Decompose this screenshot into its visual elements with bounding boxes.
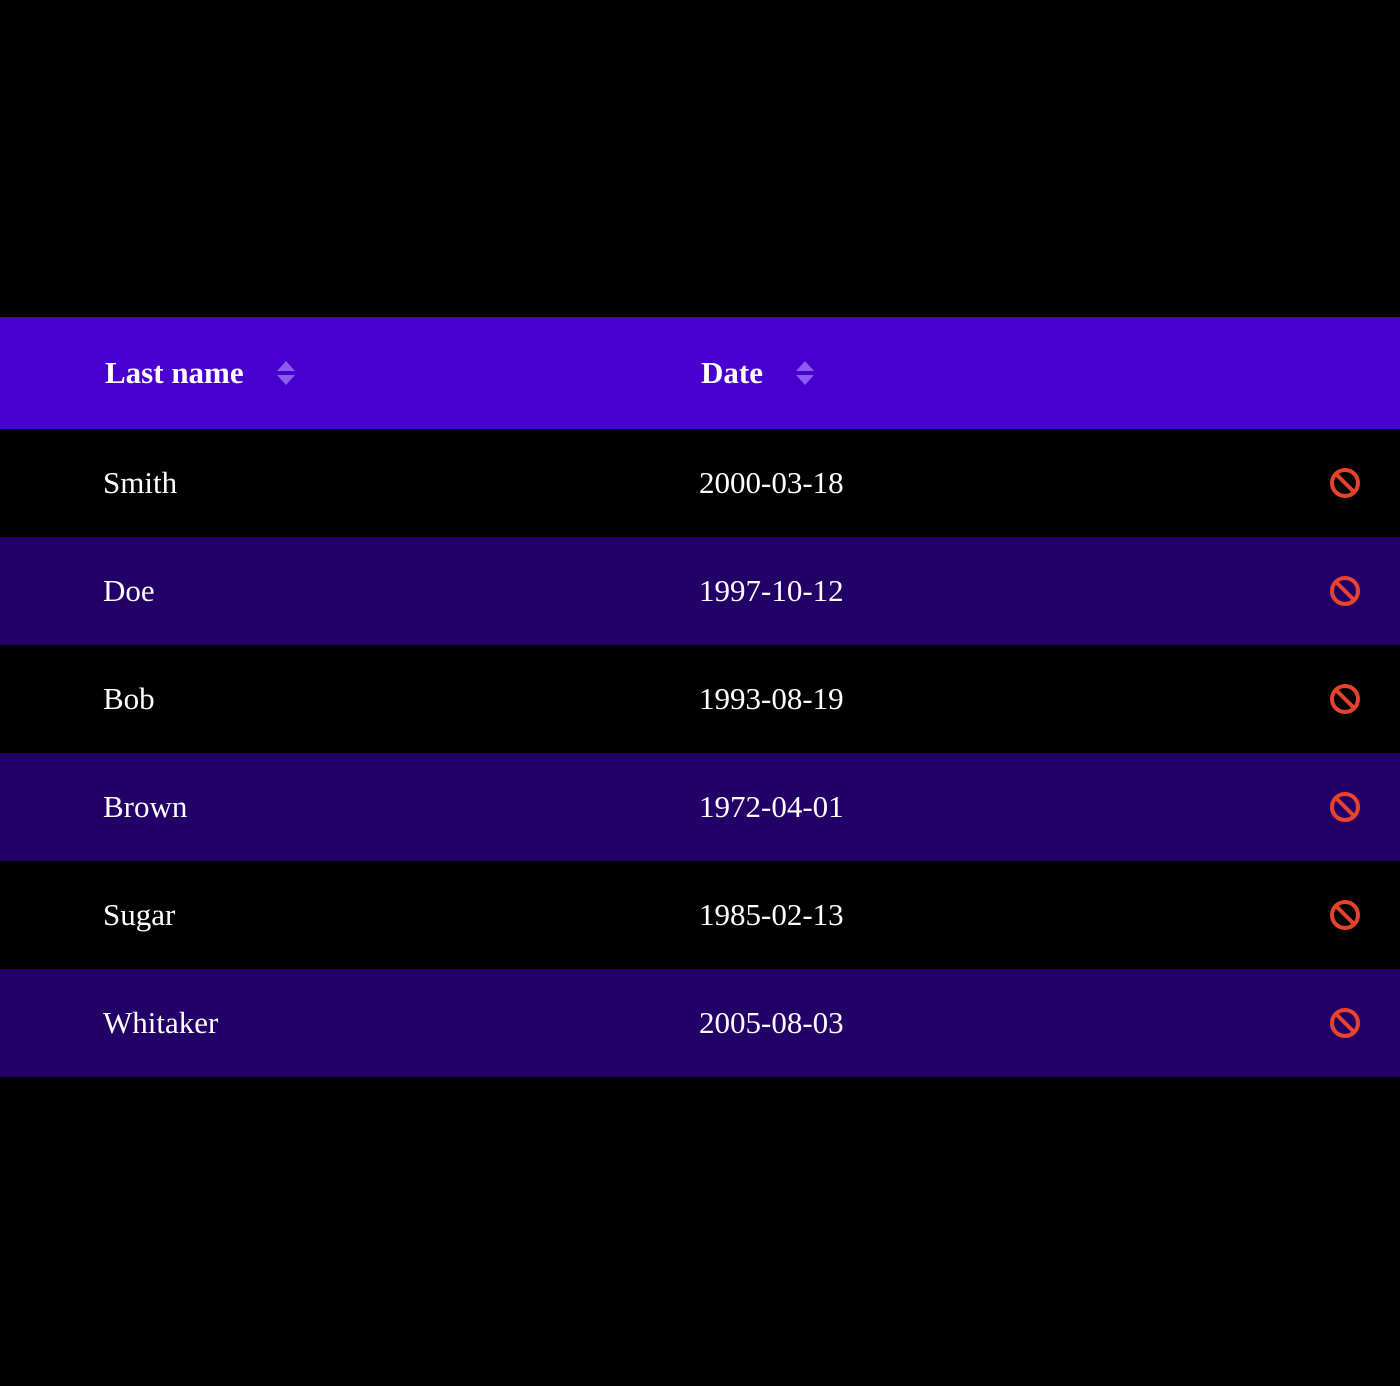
- cell-date: 1997-10-12: [699, 573, 844, 608]
- table-row: Whitaker 2005-08-03: [0, 969, 1400, 1077]
- prohibited-icon[interactable]: [1327, 429, 1363, 537]
- cell-last-name: Smith: [103, 465, 178, 500]
- table-row: Sugar 1985-02-13: [0, 861, 1400, 969]
- prohibited-icon[interactable]: [1327, 645, 1363, 753]
- table-row: Smith 2000-03-18: [0, 429, 1400, 537]
- cell-last-name: Brown: [103, 789, 188, 824]
- table-row: Bob 1993-08-19: [0, 645, 1400, 753]
- cell-date: 1993-08-19: [699, 681, 844, 716]
- sort-icon[interactable]: [276, 359, 296, 387]
- table-row: Doe 1997-10-12: [0, 537, 1400, 645]
- prohibited-icon[interactable]: [1327, 537, 1363, 645]
- column-header-date[interactable]: Date: [701, 317, 815, 429]
- cell-last-name: Whitaker: [103, 1005, 219, 1040]
- cell-last-name: Sugar: [103, 897, 176, 932]
- column-header-last-name[interactable]: Last name: [105, 317, 296, 429]
- cell-date: 1972-04-01: [699, 789, 844, 824]
- cell-date: 1985-02-13: [699, 897, 844, 932]
- column-header-label: Date: [701, 355, 763, 390]
- prohibited-icon[interactable]: [1327, 753, 1363, 861]
- cell-last-name: Bob: [103, 681, 155, 716]
- cell-date: 2005-08-03: [699, 1005, 844, 1040]
- sort-icon[interactable]: [795, 359, 815, 387]
- cell-date: 2000-03-18: [699, 465, 844, 500]
- column-header-label: Last name: [105, 355, 244, 390]
- cell-last-name: Doe: [103, 573, 155, 608]
- prohibited-icon[interactable]: [1327, 861, 1363, 969]
- data-table: Last name Date Smith 2000-03-18 Doe 1997-10…: [0, 317, 1400, 1077]
- prohibited-icon[interactable]: [1327, 969, 1363, 1077]
- table-row: Brown 1972-04-01: [0, 753, 1400, 861]
- table-header: Last name Date: [0, 317, 1400, 429]
